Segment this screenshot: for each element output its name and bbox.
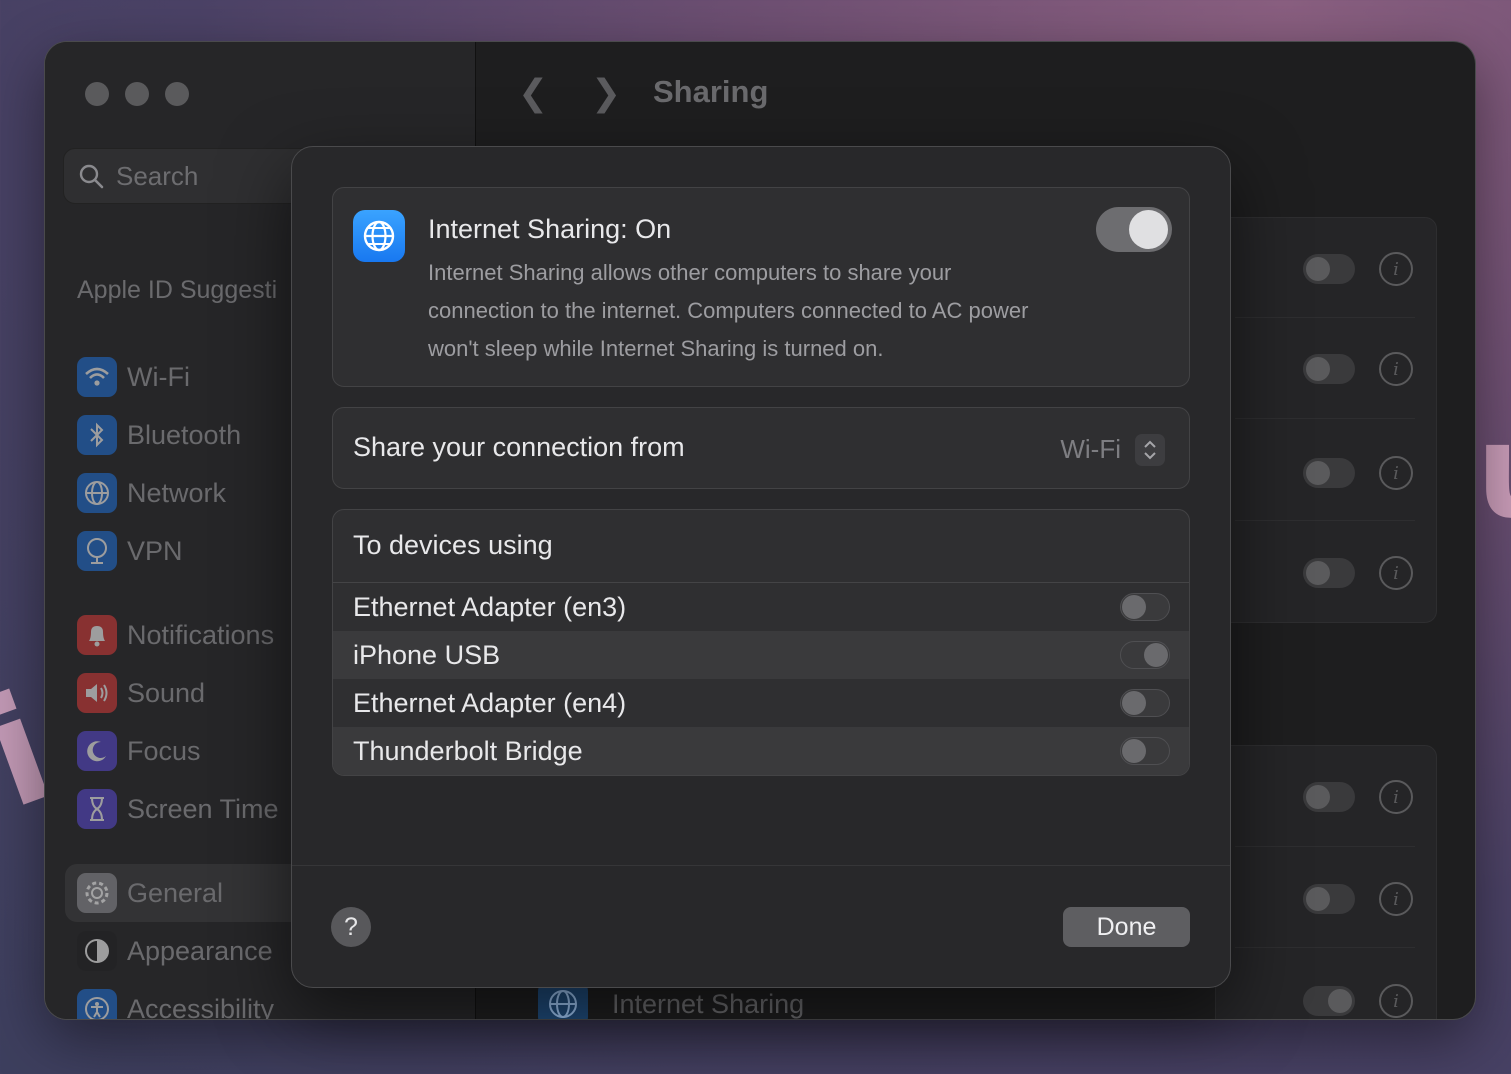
divider bbox=[1235, 846, 1415, 847]
service-row: i bbox=[1303, 882, 1413, 916]
service-toggle[interactable] bbox=[1303, 458, 1355, 488]
bell-icon bbox=[77, 615, 117, 655]
sidebar-item-general[interactable]: General bbox=[77, 870, 223, 916]
sidebar-item-screen-time[interactable]: Screen Time bbox=[77, 786, 279, 832]
share-from-panel: Share your connection from Wi-Fi bbox=[332, 407, 1190, 489]
share-from-label: Share your connection from bbox=[353, 432, 685, 462]
info-icon[interactable]: i bbox=[1379, 252, 1413, 286]
sidebar-item-label: Network bbox=[127, 477, 227, 508]
sidebar-item-vpn[interactable]: VPN bbox=[77, 528, 183, 574]
zoom-window-button[interactable] bbox=[165, 82, 189, 106]
internet-sharing-label: Internet Sharing bbox=[612, 988, 805, 1019]
bluetooth-icon bbox=[77, 415, 117, 455]
status-description: Internet Sharing allows other computers … bbox=[428, 260, 1029, 361]
moon-icon bbox=[77, 731, 117, 771]
wallpaper-decoration-right: u bbox=[1476, 395, 1511, 547]
device-label: Ethernet Adapter (en4) bbox=[353, 688, 627, 718]
minimize-window-button[interactable] bbox=[125, 82, 149, 106]
divider bbox=[1235, 947, 1415, 948]
globe-icon bbox=[77, 473, 117, 513]
sidebar-item-notifications[interactable]: Notifications bbox=[77, 612, 274, 658]
internet-sharing-toggle[interactable] bbox=[1096, 207, 1172, 252]
device-toggle-en3[interactable] bbox=[1120, 593, 1170, 621]
service-row: i bbox=[1303, 556, 1413, 590]
device-toggle-iphone-usb[interactable] bbox=[1120, 641, 1170, 669]
service-toggle[interactable] bbox=[1303, 354, 1355, 384]
back-chevron-icon[interactable]: ❮ bbox=[518, 72, 548, 114]
info-icon[interactable]: i bbox=[1379, 556, 1413, 590]
internet-sharing-globe-icon bbox=[353, 210, 405, 262]
help-button[interactable]: ? bbox=[331, 907, 371, 947]
internet-sharing-dialog: Internet Sharing: On Internet Sharing al… bbox=[291, 146, 1231, 988]
speaker-icon bbox=[77, 673, 117, 713]
sidebar-item-label: Appearance bbox=[127, 935, 273, 966]
close-window-button[interactable] bbox=[85, 82, 109, 106]
service-toggle[interactable] bbox=[1303, 884, 1355, 914]
service-row: i bbox=[1303, 352, 1413, 386]
toolbar: ❮ ❯ Sharing bbox=[476, 42, 1475, 147]
sidebar-item-label: Screen Time bbox=[127, 793, 279, 824]
device-toggle-en4[interactable] bbox=[1120, 689, 1170, 717]
divider bbox=[1235, 520, 1415, 521]
sidebar-item-bluetooth[interactable]: Bluetooth bbox=[77, 412, 241, 458]
service-row: i bbox=[1303, 252, 1413, 286]
done-button[interactable]: Done bbox=[1063, 907, 1190, 947]
sidebar-item-label: Sound bbox=[127, 677, 206, 708]
status-title: Internet Sharing: On bbox=[428, 214, 672, 244]
sidebar-item-appearance[interactable]: Appearance bbox=[77, 928, 273, 974]
page-title: Sharing bbox=[653, 74, 769, 109]
sidebar-item-focus[interactable]: Focus bbox=[77, 728, 201, 774]
info-icon[interactable]: i bbox=[1379, 456, 1413, 490]
info-icon[interactable]: i bbox=[1379, 780, 1413, 814]
accessibility-icon bbox=[77, 989, 117, 1019]
service-row: i bbox=[1303, 456, 1413, 490]
service-toggle[interactable] bbox=[1303, 558, 1355, 588]
internet-sharing-service-toggle[interactable] bbox=[1303, 986, 1355, 1016]
sidebar-item-label: Wi-Fi bbox=[127, 361, 190, 392]
sidebar-item-label: Bluetooth bbox=[127, 419, 242, 450]
dialog-divider bbox=[292, 865, 1230, 866]
service-toggle[interactable] bbox=[1303, 254, 1355, 284]
sidebar-item-accessibility[interactable]: Accessibility bbox=[77, 986, 274, 1019]
search-placeholder: Search bbox=[116, 160, 199, 191]
chevron-up-down-icon[interactable] bbox=[1135, 434, 1165, 466]
info-icon[interactable]: i bbox=[1379, 352, 1413, 386]
info-icon[interactable]: i bbox=[1379, 882, 1413, 916]
sidebar-item-label: VPN bbox=[127, 535, 183, 566]
service-row: i bbox=[1303, 984, 1413, 1018]
sidebar-item-label: General bbox=[127, 877, 224, 908]
service-toggle[interactable] bbox=[1303, 782, 1355, 812]
wifi-icon bbox=[77, 357, 117, 397]
device-toggle-thunderbolt[interactable] bbox=[1120, 737, 1170, 765]
sidebar-item-label: Accessibility bbox=[127, 993, 275, 1020]
devices-heading: To devices using bbox=[353, 530, 553, 560]
device-label: iPhone USB bbox=[353, 640, 501, 670]
apple-id-suggestions[interactable]: Apple ID Suggesti bbox=[77, 276, 277, 305]
status-panel: Internet Sharing: On Internet Sharing al… bbox=[332, 187, 1190, 387]
toggle-knob bbox=[1129, 210, 1168, 249]
search-icon bbox=[79, 164, 104, 189]
hourglass-icon bbox=[77, 789, 117, 829]
appearance-icon bbox=[77, 931, 117, 971]
sidebar-item-label: Notifications bbox=[127, 619, 275, 650]
service-row: i bbox=[1303, 780, 1413, 814]
device-label: Ethernet Adapter (en3) bbox=[353, 592, 627, 622]
info-icon[interactable]: i bbox=[1379, 984, 1413, 1018]
device-row-en3: Ethernet Adapter (en3) bbox=[333, 583, 1189, 631]
sidebar-item-sound[interactable]: Sound bbox=[77, 670, 205, 716]
sidebar-item-network[interactable]: Network bbox=[77, 470, 226, 516]
share-from-select[interactable]: Wi-Fi bbox=[1060, 434, 1121, 465]
device-row-thunderbolt: Thunderbolt Bridge bbox=[333, 727, 1189, 775]
vpn-globe-icon bbox=[77, 531, 117, 571]
device-row-en4: Ethernet Adapter (en4) bbox=[333, 679, 1189, 727]
gear-icon bbox=[77, 873, 117, 913]
divider bbox=[1235, 317, 1415, 318]
device-label: Thunderbolt Bridge bbox=[353, 736, 583, 766]
sidebar-item-wifi[interactable]: Wi-Fi bbox=[77, 354, 190, 400]
devices-panel: To devices using Ethernet Adapter (en3) … bbox=[332, 509, 1190, 776]
forward-chevron-icon[interactable]: ❯ bbox=[591, 72, 621, 114]
sidebar-item-label: Focus bbox=[127, 735, 201, 766]
device-row-iphone-usb: iPhone USB bbox=[333, 631, 1189, 679]
divider bbox=[1235, 418, 1415, 419]
